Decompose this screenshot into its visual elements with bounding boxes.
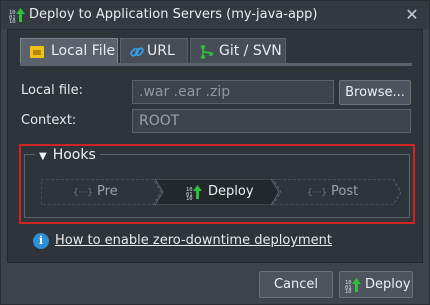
- context-input[interactable]: ROOT: [132, 109, 411, 133]
- local-file-placeholder: .war .ear .zip: [139, 84, 231, 100]
- local-file-input[interactable]: .war .ear .zip: [132, 80, 334, 104]
- deploy-icon: 10 01 10: [186, 185, 202, 200]
- deploy-dialog: 10 01 10 Deploy to Application Servers (…: [0, 0, 430, 305]
- tab-label: Local File: [51, 43, 116, 59]
- tab-git-svn[interactable]: Git / SVN: [190, 38, 286, 64]
- tab-url[interactable]: URL: [120, 38, 188, 64]
- hooks-pipeline: {···} Pre 10 01 10 Deploy {···} Post: [41, 179, 401, 205]
- cancel-button[interactable]: Cancel: [259, 271, 333, 298]
- tab-label: Git / SVN: [219, 43, 282, 59]
- zero-downtime-help-link[interactable]: How to enable zero-downtime deployment: [55, 232, 332, 250]
- tab-label: URL: [147, 43, 175, 59]
- deploy-button-label: Deploy: [365, 277, 411, 292]
- hook-braces-icon: {···}: [307, 188, 328, 198]
- local-file-label: Local file:: [21, 83, 84, 98]
- deploy-button[interactable]: 10 01 10 Deploy: [339, 271, 413, 298]
- hooks-toggle[interactable]: ▼ Hooks: [35, 146, 100, 164]
- hook-step-label: Post: [331, 184, 359, 199]
- hook-step-deploy[interactable]: 10 01 10 Deploy: [186, 179, 254, 205]
- svg-text:10: 10: [186, 196, 193, 200]
- link-icon: [130, 47, 144, 57]
- svg-text:10: 10: [9, 19, 16, 23]
- info-icon: i: [33, 233, 49, 249]
- context-label: Context:: [21, 113, 77, 128]
- hooks-legend-label: Hooks: [52, 147, 96, 163]
- hook-braces-icon: {···}: [73, 188, 94, 198]
- browse-button[interactable]: Browse...: [339, 80, 411, 105]
- close-icon[interactable]: ✕: [403, 6, 421, 24]
- hooks-highlight: ▼ Hooks {···} Pre 10 01 10 Deploy {···} …: [19, 144, 415, 224]
- deploy-icon: 10 01 10: [9, 8, 25, 23]
- hook-step-label: Deploy: [208, 184, 254, 199]
- window-title: Deploy to Application Servers (my-java-a…: [29, 7, 318, 22]
- local-file-icon: [30, 46, 44, 58]
- hook-step-label: Pre: [97, 184, 118, 199]
- title-bar: 10 01 10 Deploy to Application Servers (…: [1, 1, 429, 29]
- deploy-icon: 10 01 10: [345, 278, 361, 293]
- tab-local-file[interactable]: Local File: [20, 38, 118, 64]
- chevron-down-icon: ▼: [39, 151, 47, 162]
- svg-text:10: 10: [345, 289, 352, 293]
- git-icon: [201, 45, 213, 59]
- context-value: ROOT: [139, 113, 180, 129]
- tab-strip-divider: [20, 63, 412, 66]
- hook-step-post[interactable]: {···} Post: [307, 179, 358, 205]
- main-panel: Local File URL Git / SVN Local file: .wa…: [7, 29, 423, 263]
- hook-step-pre[interactable]: {···} Pre: [73, 179, 118, 205]
